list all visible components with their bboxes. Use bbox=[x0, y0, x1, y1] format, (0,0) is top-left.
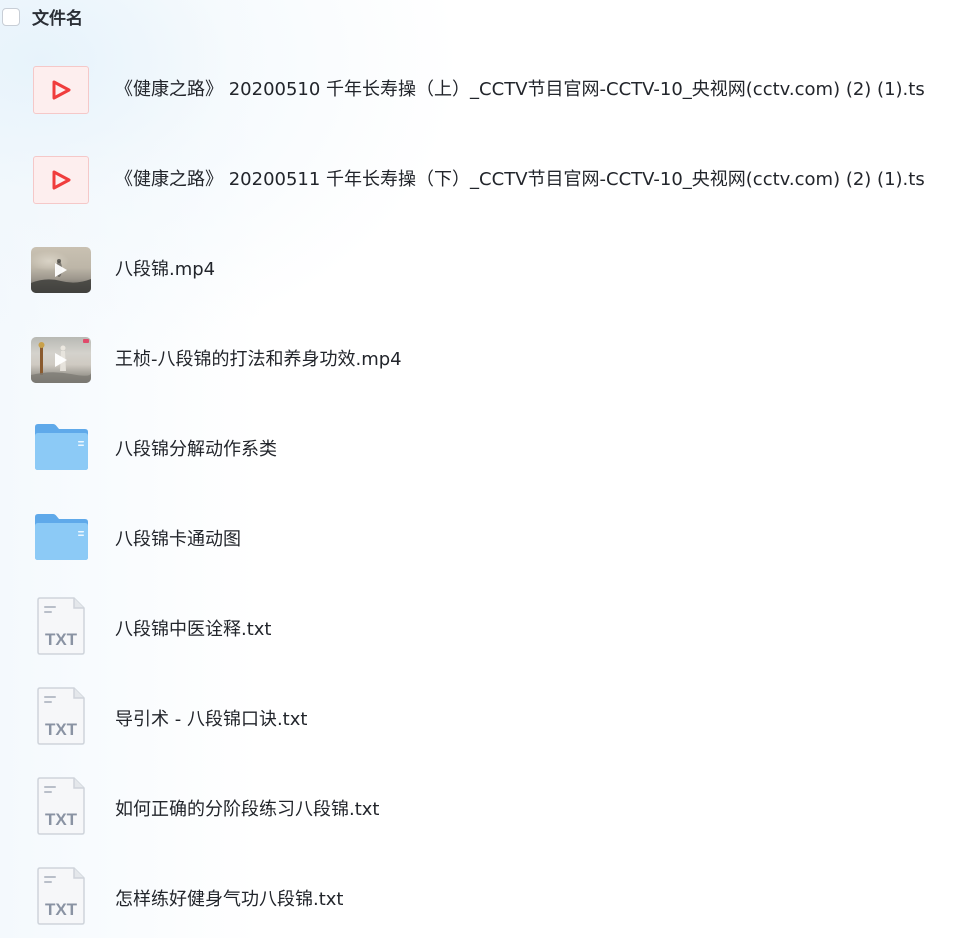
txt-file-icon: TXT bbox=[37, 597, 85, 655]
file-row[interactable]: 《健康之路》 20200510 千年长寿操（上）_CCTV节目官网-CCTV-1… bbox=[0, 45, 969, 135]
file-row[interactable]: 八段锦卡通动图 bbox=[0, 495, 969, 585]
file-name[interactable]: 《健康之路》 20200510 千年长寿操（上）_CCTV节目官网-CCTV-1… bbox=[115, 78, 925, 102]
play-icon bbox=[55, 263, 67, 277]
file-name[interactable]: 八段锦中医诠释.txt bbox=[115, 618, 272, 642]
txt-icon-label: TXT bbox=[45, 630, 78, 649]
file-row[interactable]: 《健康之路》 20200511 千年长寿操（下）_CCTV节目官网-CCTV-1… bbox=[0, 135, 969, 225]
column-title-filename[interactable]: 文件名 bbox=[32, 7, 83, 31]
txt-icon-label: TXT bbox=[45, 900, 78, 919]
file-name[interactable]: 如何正确的分阶段练习八段锦.txt bbox=[115, 798, 380, 822]
txt-icon-label: TXT bbox=[45, 810, 78, 829]
txt-icon-label: TXT bbox=[45, 720, 78, 739]
file-name[interactable]: 八段锦分解动作系类 bbox=[115, 438, 277, 462]
ts-video-icon bbox=[33, 66, 89, 114]
file-name[interactable]: 八段锦卡通动图 bbox=[115, 528, 241, 552]
file-name[interactable]: 八段锦.mp4 bbox=[115, 258, 215, 282]
video-thumbnail bbox=[31, 247, 91, 293]
file-name[interactable]: 王桢-八段锦的打法和养身功效.mp4 bbox=[115, 348, 402, 372]
txt-file-icon: TXT bbox=[37, 867, 85, 925]
ts-video-icon bbox=[33, 156, 89, 204]
file-row[interactable]: 八段锦分解动作系类 bbox=[0, 405, 969, 495]
folder-icon bbox=[35, 424, 88, 470]
video-thumbnail bbox=[31, 337, 91, 383]
txt-file-icon: TXT bbox=[37, 777, 85, 835]
play-icon bbox=[55, 353, 67, 367]
file-row[interactable]: TXT 导引术 - 八段锦口诀.txt bbox=[0, 675, 969, 765]
file-name[interactable]: 怎样练好健身气功八段锦.txt bbox=[115, 888, 344, 912]
select-all-checkbox[interactable] bbox=[2, 8, 20, 26]
file-row[interactable]: TXT 怎样练好健身气功八段锦.txt bbox=[0, 855, 969, 945]
folder-icon bbox=[35, 514, 88, 560]
file-row[interactable]: TXT 八段锦中医诠释.txt bbox=[0, 585, 969, 675]
txt-file-icon: TXT bbox=[37, 687, 85, 745]
file-list-header: 文件名 bbox=[0, 0, 969, 40]
file-name[interactable]: 《健康之路》 20200511 千年长寿操（下）_CCTV节目官网-CCTV-1… bbox=[115, 168, 925, 192]
file-name[interactable]: 导引术 - 八段锦口诀.txt bbox=[115, 708, 307, 732]
file-row[interactable]: 八段锦.mp4 bbox=[0, 225, 969, 315]
file-row[interactable]: TXT 如何正确的分阶段练习八段锦.txt bbox=[0, 765, 969, 855]
file-row[interactable]: 王桢-八段锦的打法和养身功效.mp4 bbox=[0, 315, 969, 405]
